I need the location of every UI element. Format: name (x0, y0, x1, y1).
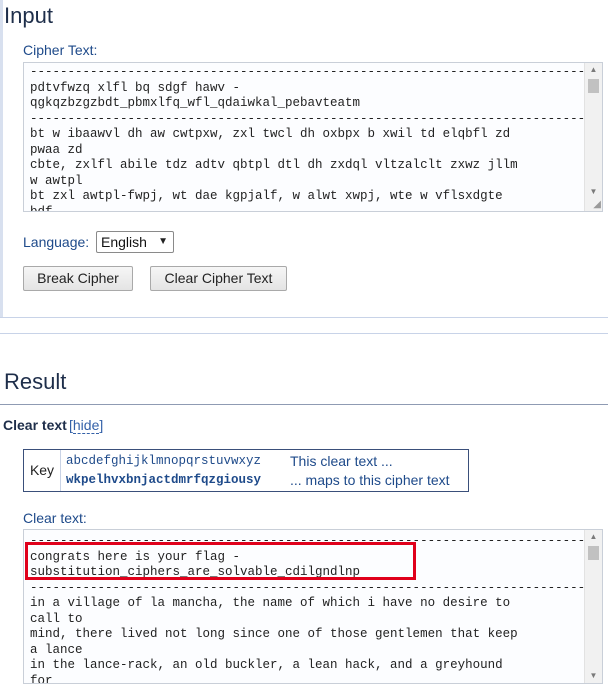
result-heading-rule (0, 404, 608, 405)
cipher-text-area[interactable]: ----------------------------------------… (23, 62, 603, 212)
scroll-thumb[interactable] (588, 79, 599, 93)
key-plain-alphabet: abcdefghijklmnopqrstuvwxyz (66, 454, 262, 468)
clear-text-heading: Clear text (3, 417, 67, 433)
input-heading: Input (4, 3, 53, 28)
scroll-thumb[interactable] (588, 546, 599, 560)
input-panel-border (0, 0, 3, 318)
language-select[interactable]: English ▼ (96, 231, 174, 253)
clear-text-area[interactable]: ----------------------------------------… (23, 529, 603, 684)
break-cipher-button[interactable]: Break Cipher (23, 266, 133, 291)
clear-text-content: ----------------------------------------… (30, 534, 603, 684)
language-select-value: English (101, 234, 147, 250)
clear-text-field-label: Clear text: (23, 510, 87, 526)
key-table: Key abcdefghijklmnopqrstuvwxyz wkpelhvxb… (23, 449, 469, 492)
scroll-up-icon[interactable]: ▲ (585, 63, 602, 77)
clear-cipher-text-button[interactable]: Clear Cipher Text (150, 266, 287, 291)
cipher-text-scrollbar[interactable]: ▲ ▼ (584, 63, 602, 211)
cipher-text-content: ----------------------------------------… (30, 65, 603, 212)
clear-text-scrollbar[interactable]: ▲ ▼ (584, 530, 602, 683)
resize-grip-icon[interactable]: ◢ (593, 200, 601, 210)
cipher-text-label: Cipher Text: (23, 42, 98, 58)
key-label: Key (24, 450, 61, 491)
result-top-divider (0, 333, 608, 334)
scroll-up-icon[interactable]: ▲ (585, 530, 602, 544)
input-bottom-divider (0, 317, 608, 318)
dropdown-arrow-icon: ▼ (158, 236, 168, 247)
scroll-down-icon[interactable]: ▼ (585, 669, 602, 683)
key-plain-description: This clear text ... (290, 453, 393, 469)
key-cipher-alphabet: wkpelhvxbnjactdmrfqzgiousy (66, 473, 262, 487)
hide-link[interactable]: [hide] (69, 417, 103, 434)
scroll-down-icon[interactable]: ▼ (585, 185, 602, 199)
key-cipher-description: ... maps to this cipher text (290, 472, 450, 488)
hide-link-text[interactable]: hide (72, 417, 100, 434)
language-label: Language: (23, 234, 90, 250)
result-heading: Result (4, 369, 67, 394)
